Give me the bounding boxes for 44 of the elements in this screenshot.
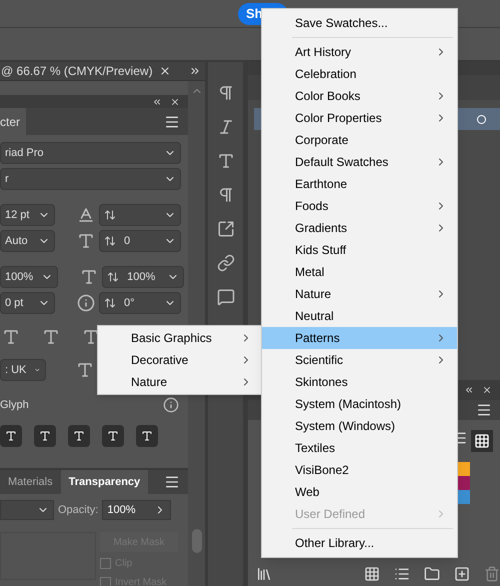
menu-item[interactable]: Corporate: [262, 129, 457, 151]
menu-item[interactable]: Art History: [262, 41, 457, 63]
font-size-dropdown[interactable]: 12 pt: [0, 204, 55, 226]
menu-item[interactable]: Metal: [262, 261, 457, 283]
kerning-dropdown[interactable]: Auto: [0, 230, 55, 252]
font-style-dropdown[interactable]: r: [0, 168, 181, 190]
menu-item[interactable]: System (Windows): [262, 415, 457, 437]
menu-item[interactable]: Default Swatches: [262, 151, 457, 173]
opacity-label: Opacity:: [58, 502, 98, 518]
font-family-dropdown[interactable]: riad Pro: [0, 142, 181, 164]
language-dropdown[interactable]: : UK: [0, 359, 46, 381]
menu-item[interactable]: Scientific: [262, 349, 457, 371]
horizontal-scale-field[interactable]: 100%: [102, 266, 184, 288]
menu-item[interactable]: Celebration: [262, 63, 457, 85]
submenu-item[interactable]: Nature: [98, 371, 262, 393]
menu-item[interactable]: Gradients: [262, 217, 457, 239]
menu-item[interactable]: VisiBone2: [262, 459, 457, 481]
menu-item[interactable]: System (Macintosh): [262, 393, 457, 415]
rotation-field[interactable]: 0°: [99, 292, 181, 314]
menu-item[interactable]: Skintones: [262, 371, 457, 393]
menu-item[interactable]: Earthtone: [262, 173, 457, 195]
menu-item[interactable]: Web: [262, 481, 457, 503]
vertical-scale-dropdown[interactable]: 100%: [0, 266, 58, 288]
tracking-field[interactable]: 0: [99, 230, 181, 252]
panel-tab[interactable]: Materials: [0, 470, 61, 494]
menu-item[interactable]: Color Properties: [262, 107, 457, 129]
menu-item[interactable]: Patterns: [262, 327, 457, 349]
menu-item[interactable]: Neutral: [262, 305, 457, 327]
baseline-shift-dropdown[interactable]: 0 pt: [0, 292, 55, 314]
glyph-label: Glyph: [0, 398, 29, 413]
panel-tab[interactable]: cter: [0, 108, 26, 135]
menu-item[interactable]: Other Library...: [262, 532, 457, 554]
document-title: @ 66.67 % (CMYK/Preview): [0, 63, 153, 80]
menu-item[interactable]: Textiles: [262, 437, 457, 459]
submenu-item[interactable]: Decorative: [98, 349, 262, 371]
document-tab[interactable]: @ 66.67 % (CMYK/Preview): [0, 62, 205, 81]
menu-item[interactable]: Color Books: [262, 85, 457, 107]
menu-item[interactable]: Kids Stuff: [262, 239, 457, 261]
panel-tab[interactable]: Transparency: [60, 470, 148, 494]
menu-item[interactable]: Nature: [262, 283, 457, 305]
opacity-field[interactable]: 100%: [102, 500, 172, 520]
menu-item[interactable]: Foods: [262, 195, 457, 217]
menu-item[interactable]: Save Swatches...: [262, 12, 457, 34]
submenu-item[interactable]: Basic Graphics: [98, 327, 262, 349]
